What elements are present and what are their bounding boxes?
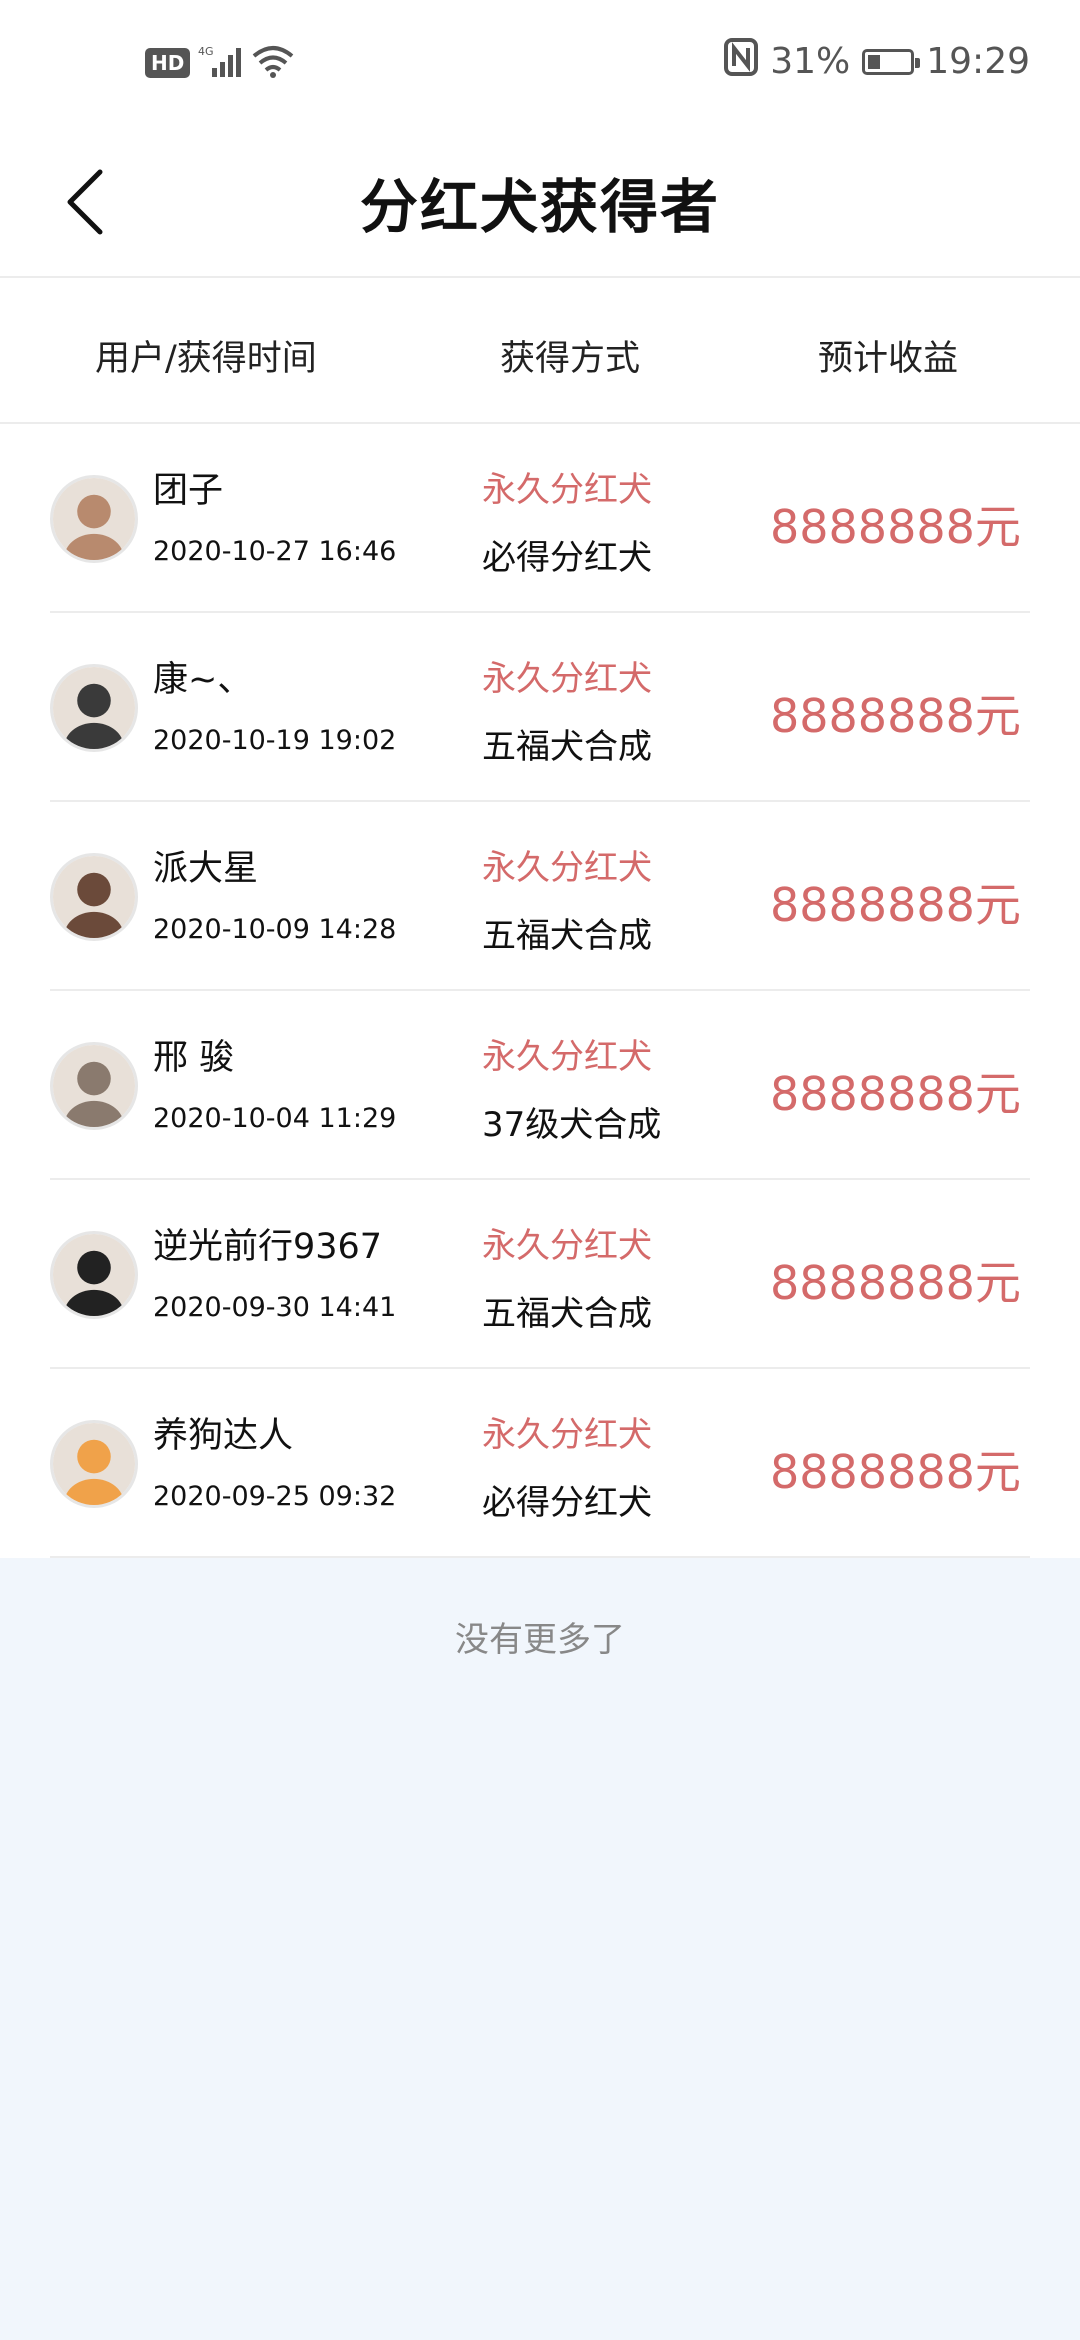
user-name: 养狗达人	[153, 1416, 294, 1456]
acquire-time: 2020-09-30 14:41	[153, 1292, 397, 1323]
estimated-earnings: 8888888元	[770, 1445, 1021, 1499]
cell-signal-icon: 4G	[198, 44, 244, 82]
header-bar: 分红犬获得者	[0, 130, 1080, 278]
method-type: 永久分红犬	[482, 1037, 652, 1077]
method-source: 五福犬合成	[482, 727, 652, 767]
method-source: 必得分红犬	[482, 538, 652, 578]
status-left: HD 4G	[145, 44, 294, 82]
avatar[interactable]	[50, 1231, 138, 1319]
acquire-time: 2020-10-27 16:46	[153, 536, 397, 567]
method-source: 五福犬合成	[482, 1294, 652, 1334]
network-label: 4G	[198, 45, 214, 58]
method-type: 永久分红犬	[482, 1415, 652, 1455]
method-source: 五福犬合成	[482, 916, 652, 956]
estimated-earnings: 8888888元	[770, 878, 1021, 932]
nfc-icon	[724, 38, 759, 85]
acquire-time: 2020-10-19 19:02	[153, 725, 397, 756]
avatar[interactable]	[50, 1042, 138, 1130]
estimated-earnings: 8888888元	[770, 1067, 1021, 1121]
avatar[interactable]	[50, 475, 138, 563]
method-type: 永久分红犬	[482, 659, 652, 699]
user-name: 派大星	[153, 849, 259, 889]
list-item[interactable]: 邢 骏 2020-10-04 11:29 永久分红犬 37级犬合成 888888…	[50, 991, 1030, 1180]
page-title: 分红犬获得者	[359, 173, 720, 241]
battery-level	[868, 54, 881, 69]
list-item[interactable]: 养狗达人 2020-09-25 09:32 永久分红犬 必得分红犬 888888…	[50, 1369, 1030, 1558]
list-item[interactable]: 派大星 2020-10-09 14:28 永久分红犬 五福犬合成 8888888…	[50, 802, 1030, 991]
estimated-earnings: 8888888元	[770, 1256, 1021, 1310]
avatar[interactable]	[50, 664, 138, 752]
user-name: 邢 骏	[153, 1038, 235, 1078]
acquire-time: 2020-10-04 11:29	[153, 1103, 397, 1134]
avatar[interactable]	[50, 1420, 138, 1508]
method-source: 37级犬合成	[482, 1105, 662, 1145]
no-more-text: 没有更多了	[455, 1620, 625, 1660]
column-header: 用户/获得时间 获得方式 预计收益	[0, 278, 1080, 424]
column-method: 获得方式	[500, 339, 641, 379]
wifi-icon	[252, 44, 294, 82]
avatar[interactable]	[50, 853, 138, 941]
user-name: 团子	[153, 471, 224, 511]
user-name: 逆光前行9367	[153, 1227, 383, 1267]
method-source: 必得分红犬	[482, 1483, 652, 1523]
battery-icon	[862, 48, 921, 75]
clock: 19:29	[926, 41, 1030, 82]
list-item[interactable]: 团子 2020-10-27 16:46 永久分红犬 必得分红犬 8888888元	[50, 424, 1030, 613]
column-earnings: 预计收益	[818, 339, 959, 379]
list-item[interactable]: 逆光前行9367 2020-09-30 14:41 永久分红犬 五福犬合成 88…	[50, 1180, 1030, 1369]
hd-badge: HD	[145, 48, 191, 78]
user-name: 康~、	[153, 660, 253, 700]
status-bar: HD 4G 31% 19:29	[0, 0, 1080, 130]
estimated-earnings: 8888888元	[770, 689, 1021, 743]
list-item[interactable]: 康~、 2020-10-19 19:02 永久分红犬 五福犬合成 8888888…	[50, 613, 1030, 802]
method-type: 永久分红犬	[482, 1226, 652, 1266]
acquire-time: 2020-09-25 09:32	[153, 1481, 397, 1512]
acquire-time: 2020-10-09 14:28	[153, 914, 397, 945]
battery-percent: 31%	[770, 41, 851, 82]
column-user: 用户/获得时间	[95, 339, 317, 379]
winner-list: 团子 2020-10-27 16:46 永久分红犬 必得分红犬 8888888元…	[0, 424, 1080, 1558]
status-right: 31% 19:29	[724, 38, 1030, 85]
method-type: 永久分红犬	[482, 470, 652, 510]
method-type: 永久分红犬	[482, 848, 652, 888]
estimated-earnings: 8888888元	[770, 500, 1021, 554]
